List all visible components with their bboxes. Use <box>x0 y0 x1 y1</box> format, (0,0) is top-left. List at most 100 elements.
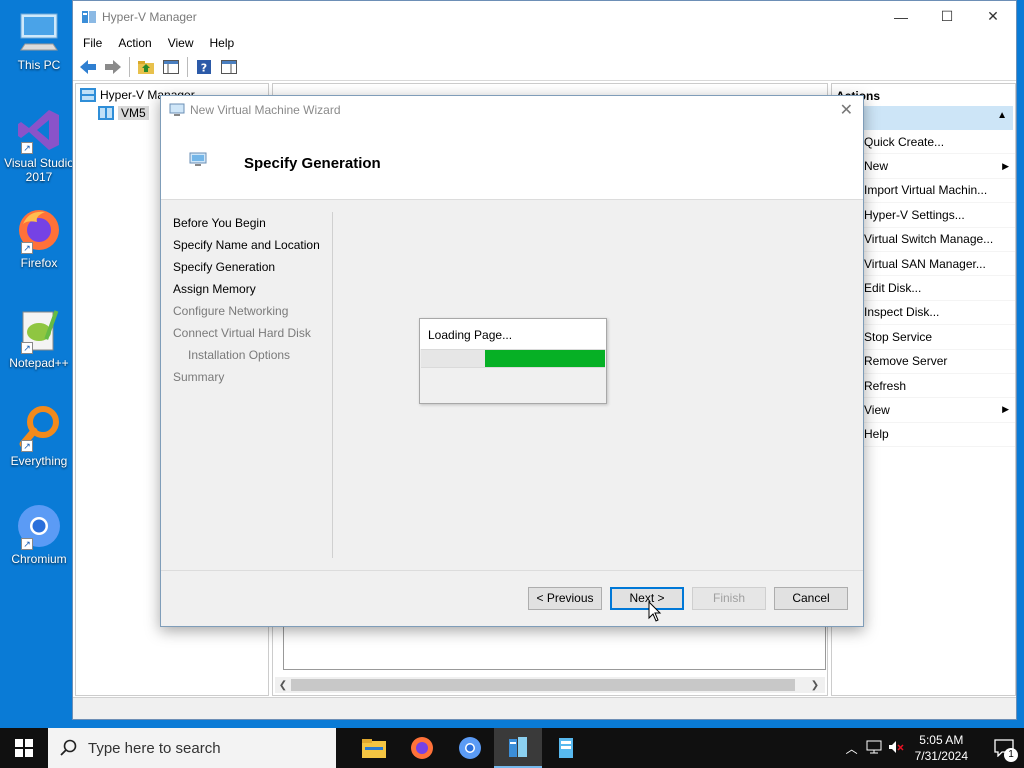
window-titlebar[interactable]: Hyper-V Manager <box>73 1 1016 32</box>
action-label: Virtual SAN Manager... <box>864 256 986 271</box>
horizontal-scrollbar[interactable]: ❮ ❯ <box>275 677 825 693</box>
action-label: New <box>864 159 889 174</box>
step-specify-name-and-location[interactable]: Specify Name and Location <box>173 236 333 258</box>
computer-icon <box>15 8 63 56</box>
shortcut-arrow-icon: ↗ <box>21 538 33 550</box>
minimize-icon[interactable]: — <box>878 1 924 32</box>
shortcut-arrow-icon: ↗ <box>21 142 33 154</box>
volume-muted-icon[interactable] <box>885 740 907 757</box>
menu-help[interactable]: Help <box>202 36 243 50</box>
back-arrow-icon[interactable] <box>77 56 99 78</box>
menu-bar: File Action View Help <box>73 32 1016 54</box>
next-button[interactable]: Next > <box>610 587 684 610</box>
search-icon <box>60 739 77 756</box>
previous-button[interactable]: < Previous <box>528 587 602 610</box>
action-label: Quick Create... <box>864 134 945 149</box>
desktop-icon-visual-studio[interactable]: ↗ Visual Studio 2017 <box>4 106 74 184</box>
desktop-icon-label: Notepad++ <box>9 356 69 370</box>
show-hide-tree-icon[interactable] <box>160 56 182 78</box>
action-label: View <box>864 402 890 417</box>
firefox-icon <box>411 737 433 759</box>
collapse-up-icon[interactable]: ▲ <box>997 110 1007 121</box>
network-icon[interactable] <box>863 740 885 757</box>
action-label: Hyper-V Settings... <box>864 207 965 222</box>
window-title: Hyper-V Manager <box>102 9 197 24</box>
action-label: Import Virtual Machin... <box>864 183 988 198</box>
scroll-left-icon[interactable]: ❮ <box>275 680 291 691</box>
mouse-cursor-icon <box>648 601 662 622</box>
notepad-plus-plus-icon: ↗ <box>15 306 63 354</box>
action-label: Virtual Switch Manage... <box>864 232 994 247</box>
desktop-icon-label: Chromium <box>11 552 67 566</box>
maximize-icon[interactable]: ☐ <box>924 1 970 32</box>
action-label: Inspect Disk... <box>864 305 940 320</box>
action-label: Stop Service <box>864 329 933 344</box>
action-label: Help <box>864 427 889 442</box>
menu-view[interactable]: View <box>160 36 202 50</box>
step-installation-options: Installation Options <box>188 348 291 362</box>
loading-dialog: Loading Page... <box>419 318 607 404</box>
desktop-icon-label: Visual Studio 2017 <box>4 156 74 184</box>
step-configure-networking: Configure Networking <box>173 304 289 318</box>
file-explorer-icon <box>362 739 386 758</box>
forward-arrow-icon[interactable] <box>102 56 124 78</box>
hyper-v-icon <box>80 88 96 102</box>
desktop-icon-firefox[interactable]: ↗ Firefox <box>4 206 74 270</box>
step-specify-generation[interactable]: Specify Generation <box>173 258 333 280</box>
shortcut-arrow-icon: ↗ <box>21 440 33 452</box>
taskbar-firefox[interactable] <box>398 728 446 768</box>
taskbar-hyper-v-vm[interactable] <box>542 728 590 768</box>
hyper-v-icon <box>509 737 527 757</box>
taskbar-file-explorer[interactable] <box>350 728 398 768</box>
wizard-titlebar[interactable]: New Virtual Machine Wizard ✕ <box>161 96 863 124</box>
up-folder-icon[interactable] <box>135 56 157 78</box>
submenu-arrow-icon: ▶ <box>1002 404 1009 415</box>
wizard-header: Specify Generation <box>161 124 863 200</box>
menu-action[interactable]: Action <box>110 36 159 50</box>
desktop-icon-label: Everything <box>10 454 68 468</box>
desktop-icon-everything[interactable]: ↗ Everything <box>4 404 74 468</box>
virtual-machine-icon <box>559 738 573 758</box>
progress-fill <box>485 350 605 367</box>
taskbar-chromium[interactable] <box>446 728 494 768</box>
cancel-button[interactable]: Cancel <box>774 587 848 610</box>
wizard-steps: Before You Begin Specify Name and Locati… <box>173 214 333 390</box>
step-before-you-begin[interactable]: Before You Begin <box>173 214 333 236</box>
step-summary: Summary <box>173 370 225 384</box>
step-assign-memory[interactable]: Assign Memory <box>173 280 333 302</box>
action-label: Remove Server <box>864 354 948 369</box>
desktop-icon-this-pc[interactable]: This PC <box>4 8 74 72</box>
scrollbar-thumb[interactable] <box>291 679 795 691</box>
desktop-icon-label: Firefox <box>20 256 58 270</box>
svg-text:?: ? <box>201 62 207 75</box>
system-tray: ︿ 5:05 AM 7/31/2024 1 <box>841 728 1024 768</box>
visual-studio-icon: ↗ <box>15 106 63 154</box>
monitor-icon <box>169 103 185 116</box>
help-icon[interactable]: ? <box>193 56 215 78</box>
taskbar-hyper-v-manager[interactable] <box>494 728 542 768</box>
taskbar-clock[interactable]: 5:05 AM 7/31/2024 <box>915 732 968 764</box>
menu-file[interactable]: File <box>75 36 110 50</box>
wizard-heading: Specify Generation <box>244 155 381 172</box>
taskbar: Type here to search ︿ 5:05 AM 7/31/2024 … <box>0 728 1024 768</box>
close-icon[interactable]: ✕ <box>970 1 1016 32</box>
server-icon <box>98 106 114 120</box>
show-hide-action-pane-icon[interactable] <box>218 56 240 78</box>
finish-button: Finish <box>692 587 766 610</box>
chevron-up-icon[interactable]: ︿ <box>841 740 863 757</box>
toolbar: ? <box>73 54 1016 81</box>
close-icon[interactable]: ✕ <box>840 100 853 120</box>
submenu-arrow-icon: ▶ <box>1002 160 1009 171</box>
search-placeholder: Type here to search <box>88 739 221 757</box>
action-label: Refresh <box>864 378 907 393</box>
shortcut-arrow-icon: ↗ <box>21 242 33 254</box>
start-button[interactable] <box>0 728 48 768</box>
notification-center-button[interactable]: 1 <box>984 728 1024 768</box>
scroll-right-icon[interactable]: ❯ <box>807 680 823 691</box>
action-label: Edit Disk... <box>864 281 922 296</box>
clock-time: 5:05 AM <box>919 733 964 747</box>
new-vm-wizard-dialog: New Virtual Machine Wizard ✕ Specify Gen… <box>160 95 864 627</box>
desktop-icon-chromium[interactable]: ↗ Chromium <box>4 502 74 566</box>
taskbar-search-box[interactable]: Type here to search <box>48 728 336 768</box>
desktop-icon-notepad-plus-plus[interactable]: ↗ Notepad++ <box>4 306 74 370</box>
